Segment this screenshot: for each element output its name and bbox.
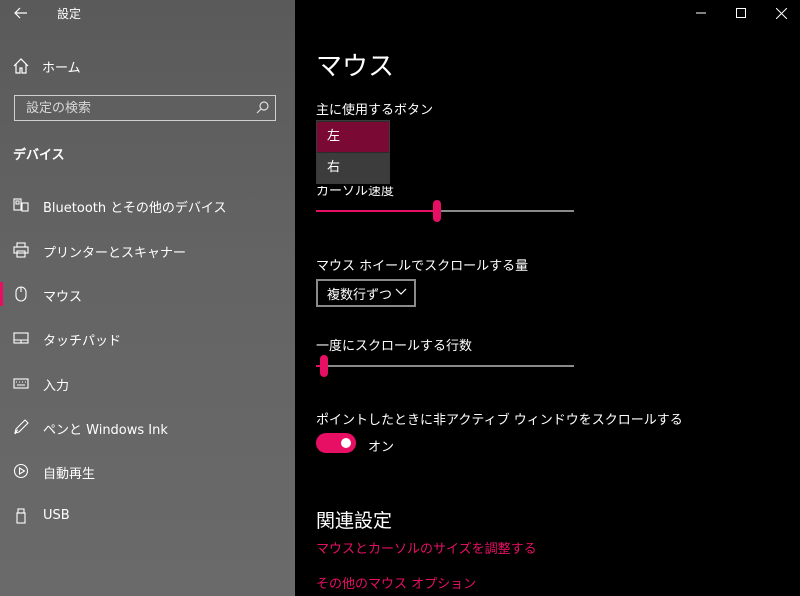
minimize-icon xyxy=(696,12,706,14)
sidebar-item-input[interactable]: 入力 xyxy=(0,369,295,397)
main-panel: マウス 主に使用するボタン カーソル速度 左 右 マウス ホイールでスクロールす… xyxy=(295,0,800,596)
printer-icon xyxy=(13,242,29,258)
back-arrow-icon xyxy=(14,7,27,19)
keyboard-icon xyxy=(13,378,29,389)
mouse-icon xyxy=(15,286,27,302)
sidebar-item-label: プリンターとスキャナー xyxy=(43,246,187,261)
sidebar-item-printers[interactable]: プリンターとスキャナー xyxy=(0,236,295,264)
slider-thumb[interactable] xyxy=(320,355,328,377)
minimize-button[interactable] xyxy=(683,0,719,26)
primary-button-label: 主に使用するボタン xyxy=(316,103,434,118)
page-title: マウス xyxy=(316,52,395,82)
primary-button-dropdown: 左 右 xyxy=(316,120,390,184)
search-input[interactable] xyxy=(15,96,256,120)
sidebar-item-label: 入力 xyxy=(43,379,70,394)
toggle-state: オン xyxy=(368,440,395,455)
sidebar-item-bluetooth[interactable]: Bluetooth とその他のデバイス xyxy=(0,191,295,219)
wheel-scroll-label: マウス ホイールでスクロールする量 xyxy=(316,259,529,274)
sidebar-item-label: ペンと Windows Ink xyxy=(43,423,168,438)
slider-track xyxy=(316,365,574,367)
bluetooth-device-icon xyxy=(13,198,29,212)
inactive-scroll-label: ポイントしたときに非アクティブ ウィンドウをスクロールする xyxy=(316,413,683,428)
search-box xyxy=(14,95,276,121)
sidebar-item-touchpad[interactable]: タッチパッド xyxy=(0,324,295,352)
sidebar-item-mouse[interactable]: マウス xyxy=(0,280,295,308)
sidebar: 設定 ホーム デバイス Bluetooth とその他のデバイス プリンターとスキ… xyxy=(0,0,295,596)
sidebar-item-pen[interactable]: ペンと Windows Ink xyxy=(0,413,295,441)
home-icon xyxy=(13,58,29,74)
cursor-speed-slider[interactable] xyxy=(316,200,576,224)
toggle-knob xyxy=(341,438,351,448)
section-title: デバイス xyxy=(13,148,65,163)
pen-icon xyxy=(14,419,29,435)
maximize-button[interactable] xyxy=(723,0,759,26)
home-nav[interactable]: ホーム xyxy=(12,54,81,78)
maximize-icon xyxy=(736,8,746,18)
lines-to-scroll-label: 一度にスクロールする行数 xyxy=(316,339,473,354)
autoplay-icon xyxy=(13,463,29,479)
app-title: 設定 xyxy=(57,7,82,21)
sidebar-item-label: マウス xyxy=(43,290,83,305)
dropdown-option-right[interactable]: 右 xyxy=(317,153,389,183)
search-icon[interactable] xyxy=(256,101,269,114)
chevron-down-icon xyxy=(395,288,407,295)
lines-to-scroll-slider[interactable] xyxy=(316,355,576,379)
sidebar-item-label: USB xyxy=(43,508,70,523)
sidebar-item-autoplay[interactable]: 自動再生 xyxy=(0,457,295,485)
usb-icon xyxy=(16,508,26,524)
sidebar-item-label: タッチパッド xyxy=(43,334,122,349)
link-pointer-size[interactable]: マウスとカーソルのサイズを調整する xyxy=(316,538,537,557)
sidebar-item-usb[interactable]: USB xyxy=(0,502,295,530)
active-indicator xyxy=(0,282,3,306)
inactive-scroll-toggle[interactable] xyxy=(316,433,356,453)
back-button[interactable] xyxy=(8,2,34,24)
related-settings-heading: 関連設定 xyxy=(316,510,393,532)
wheel-scroll-select[interactable]: 複数行ずつ xyxy=(316,279,416,307)
slider-fill xyxy=(316,210,437,212)
touchpad-icon xyxy=(13,332,29,344)
slider-thumb[interactable] xyxy=(433,200,441,222)
dropdown-option-left[interactable]: 左 xyxy=(317,122,389,152)
home-label: ホーム xyxy=(42,60,81,76)
link-more-mouse-options[interactable]: その他のマウス オプション xyxy=(316,573,476,592)
close-button[interactable] xyxy=(763,0,799,26)
sidebar-item-label: 自動再生 xyxy=(43,467,96,482)
close-icon xyxy=(775,7,787,19)
wheel-scroll-value: 複数行ずつ xyxy=(327,287,393,303)
sidebar-item-label: Bluetooth とその他のデバイス xyxy=(43,201,227,216)
